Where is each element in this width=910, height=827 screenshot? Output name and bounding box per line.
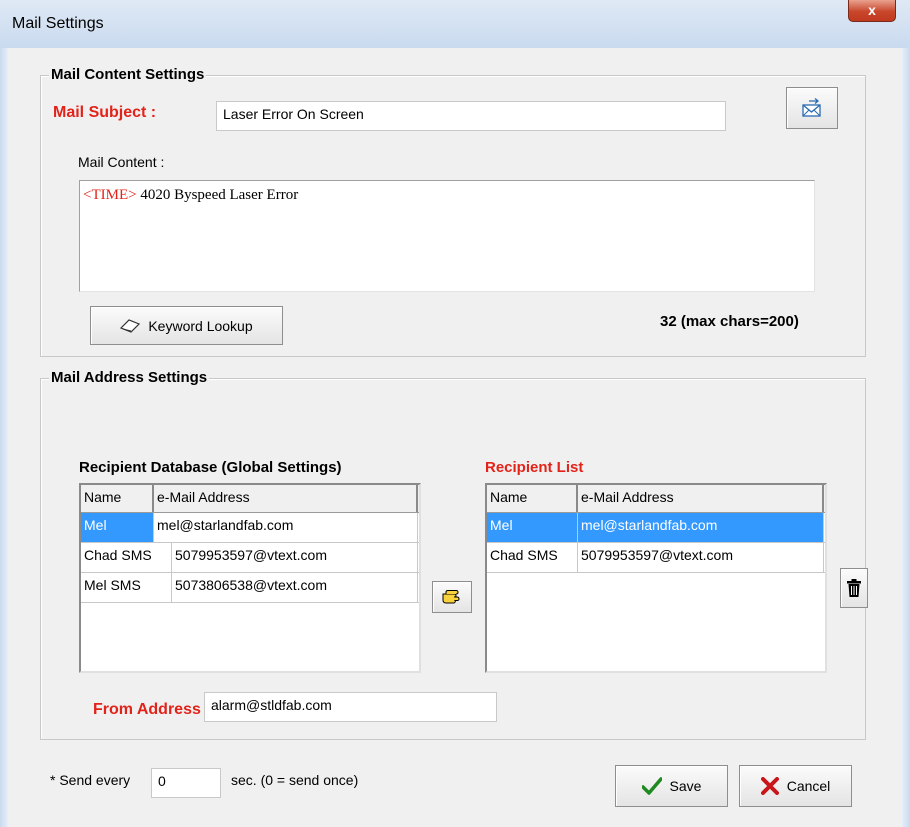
row-email: 5079953597@vtext.com xyxy=(172,543,418,572)
cancel-label: Cancel xyxy=(786,778,831,794)
from-address-input[interactable]: alarm@stldfab.com xyxy=(204,692,497,722)
mail-content-label: Mail Content : xyxy=(78,154,165,170)
mail-send-icon xyxy=(802,98,821,117)
dialog-client-area: Mail Content Settings Mail Subject : Las… xyxy=(8,48,902,827)
recipient-list-title: Recipient List xyxy=(485,459,584,476)
window-title: Mail Settings xyxy=(12,15,104,32)
title-bar[interactable]: Mail Settings x xyxy=(0,0,910,49)
grid-header: Name e-Mail Address xyxy=(81,485,419,513)
table-row[interactable]: Mel mel@starlandfab.com xyxy=(81,513,419,543)
keyword-lookup-label: Keyword Lookup xyxy=(148,317,253,334)
column-header-email[interactable]: e-Mail Address xyxy=(578,485,824,512)
send-every-suffix: sec. (0 = send once) xyxy=(231,772,359,788)
send-test-mail-button[interactable] xyxy=(786,87,838,129)
mail-content-legend: Mail Content Settings xyxy=(49,66,207,83)
delete-recipient-button[interactable] xyxy=(840,568,868,608)
mail-address-legend: Mail Address Settings xyxy=(49,369,210,386)
row-email: 5079953597@vtext.com xyxy=(578,543,824,572)
add-recipient-button[interactable] xyxy=(432,581,472,613)
column-header-email[interactable]: e-Mail Address xyxy=(154,485,418,512)
char-count: 32 (max chars=200) xyxy=(660,313,799,330)
row-email: mel@starlandfab.com xyxy=(578,513,824,542)
recipient-list-grid[interactable]: Name e-Mail Address Mel mel@starlandfab.… xyxy=(485,483,827,673)
row-email: 5073806538@vtext.com xyxy=(172,573,418,602)
row-name: Chad SMS xyxy=(487,543,578,572)
from-address-label: From Address xyxy=(93,701,201,718)
row-email: mel@starlandfab.com xyxy=(154,513,418,542)
keyword-lookup-button[interactable]: Keyword Lookup xyxy=(90,306,283,345)
save-button[interactable]: Save xyxy=(615,765,728,807)
mail-settings-window: Mail Settings x Mail Content Settings Ma… xyxy=(0,0,910,827)
book-icon xyxy=(120,318,141,333)
column-header-name[interactable]: Name xyxy=(487,485,578,512)
save-label: Save xyxy=(669,778,702,794)
recipient-database-title: Recipient Database (Global Settings) xyxy=(79,459,342,476)
mail-content-text: 4020 Byspeed Laser Error xyxy=(136,187,299,203)
cancel-x-icon xyxy=(760,777,779,795)
time-keyword: <TIME> xyxy=(83,187,137,203)
mail-subject-label: Mail Subject : xyxy=(53,104,157,121)
window-frame-right xyxy=(902,48,910,827)
window-frame-left xyxy=(0,48,8,827)
cancel-button[interactable]: Cancel xyxy=(739,765,852,807)
table-row[interactable]: Mel mel@starlandfab.com xyxy=(487,513,825,543)
row-name: Mel xyxy=(487,513,578,542)
pointing-hand-icon xyxy=(442,590,460,604)
column-header-name[interactable]: Name xyxy=(81,485,154,512)
table-row[interactable]: Mel SMS 5073806538@vtext.com xyxy=(81,573,419,603)
send-every-label: * Send every xyxy=(50,772,131,788)
row-name: Chad SMS xyxy=(81,543,172,572)
recipient-database-grid[interactable]: Name e-Mail Address Mel mel@starlandfab.… xyxy=(79,483,421,673)
table-row[interactable]: Chad SMS 5079953597@vtext.com xyxy=(81,543,419,573)
checkmark-icon xyxy=(641,777,662,795)
row-name: Mel SMS xyxy=(81,573,172,602)
trash-icon xyxy=(847,579,861,597)
row-name: Mel xyxy=(81,513,154,542)
close-button[interactable]: x xyxy=(848,0,896,22)
send-every-input[interactable]: 0 xyxy=(151,768,221,798)
mail-content-textarea[interactable]: <TIME> 4020 Byspeed Laser Error xyxy=(79,180,815,292)
table-row[interactable]: Chad SMS 5079953597@vtext.com xyxy=(487,543,825,573)
grid-header: Name e-Mail Address xyxy=(487,485,825,513)
mail-subject-input[interactable]: Laser Error On Screen xyxy=(216,101,726,131)
